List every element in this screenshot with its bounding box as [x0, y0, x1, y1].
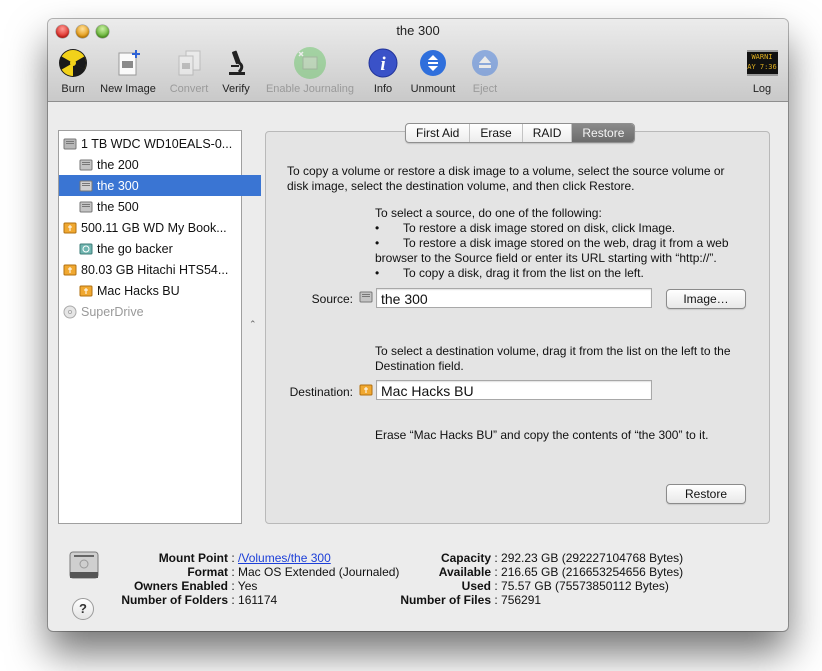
- restore-summary-text: Erase “Mac Hacks BU” and copy the conten…: [375, 428, 709, 442]
- source-help-bullet: To restore a disk image stored on the we…: [403, 236, 729, 250]
- volume-icon: [79, 180, 93, 191]
- image-button[interactable]: Image…: [666, 289, 746, 309]
- new-image-button[interactable]: New Image: [98, 47, 158, 95]
- log-icon: WARNI AY 7:36: [745, 47, 779, 79]
- verify-button[interactable]: Verify: [219, 47, 253, 95]
- destination-volume-icon: [359, 384, 373, 396]
- burn-button[interactable]: Burn: [56, 47, 90, 95]
- tab-restore[interactable]: Restore: [572, 124, 635, 142]
- convert-icon: [178, 50, 201, 76]
- journaling-icon: [294, 47, 326, 79]
- source-field[interactable]: the 300: [376, 288, 652, 308]
- volume-icon: [79, 159, 93, 170]
- volume-info-right: Capacity : 292.23 GB (292227104768 Bytes…: [400, 551, 684, 607]
- info-icon: i: [368, 48, 398, 78]
- enable-journaling-button[interactable]: Enable Journaling: [262, 47, 358, 95]
- optical-drive-icon: [63, 305, 77, 318]
- unmount-button[interactable]: Unmount: [407, 47, 459, 95]
- sidebar-item-the-300[interactable]: the 300: [59, 175, 261, 196]
- svg-text:i: i: [380, 54, 386, 75]
- info-button[interactable]: i Info: [368, 47, 398, 95]
- external-volume-icon: [79, 285, 93, 296]
- microscope-icon: [229, 50, 245, 75]
- destination-help-text: To select a destination volume, drag it …: [375, 344, 731, 373]
- source-help-continued: browser to the Source field or enter its…: [375, 251, 717, 265]
- volume-info-left: Mount Point : /Volumes/the 300 Format : …: [121, 551, 400, 607]
- log-button[interactable]: WARNI AY 7:36 Log: [745, 47, 779, 95]
- source-volume-icon: [359, 291, 373, 303]
- destination-label: Destination:: [289, 385, 353, 399]
- tab-erase[interactable]: Erase: [470, 124, 523, 142]
- internal-disk-icon: [63, 138, 77, 149]
- sidebar-item-wdc-disk[interactable]: 1 TB WDC WD10EALS-0...: [59, 133, 245, 154]
- external-disk-icon: [63, 222, 77, 233]
- disk-info-icon: [69, 551, 99, 579]
- help-button[interactable]: ?: [72, 598, 94, 620]
- sidebar-item-the-go-backer[interactable]: the go backer: [59, 238, 261, 259]
- time-machine-volume-icon: [79, 243, 93, 254]
- eject-icon: [472, 50, 498, 76]
- disk-list[interactable]: 1 TB WDC WD10EALS-0... the 200 the 300 t…: [58, 130, 261, 524]
- source-label: Source:: [311, 292, 353, 306]
- source-help: To select a source, do one of the follow…: [375, 206, 755, 281]
- source-help-bullet: To copy a disk, drag it from the list on…: [403, 266, 644, 280]
- tab-raid[interactable]: RAID: [523, 124, 573, 142]
- sidebar-item-wd-my-book[interactable]: 500.11 GB WD My Book...: [59, 217, 245, 238]
- toolbar: the 300 Burn New Image Convert Verify En…: [48, 19, 788, 102]
- sidebar-item-superdrive[interactable]: SuperDrive: [59, 301, 245, 322]
- unmount-icon: [420, 50, 446, 76]
- sidebar-item-hitachi-disk[interactable]: 80.03 GB Hitachi HTS54...: [59, 259, 245, 280]
- source-help-title: To select a source, do one of the follow…: [375, 206, 602, 220]
- source-help-bullet: To restore a disk image stored on disk, …: [403, 221, 676, 235]
- tab-first-aid[interactable]: First Aid: [406, 124, 471, 142]
- volume-icon: [79, 201, 93, 212]
- convert-button[interactable]: Convert: [166, 47, 212, 95]
- disk-utility-window: the 300 Burn New Image Convert Verify En…: [48, 19, 788, 631]
- sidebar-item-the-200[interactable]: the 200: [59, 154, 261, 175]
- burn-icon: [59, 49, 87, 77]
- destination-field[interactable]: Mac Hacks BU: [376, 380, 652, 400]
- restore-intro-text: To copy a volume or restore a disk image…: [287, 164, 725, 193]
- window-title: the 300: [396, 23, 440, 38]
- eject-button[interactable]: Eject: [468, 47, 502, 95]
- external-disk-icon: [63, 264, 77, 275]
- mount-point-link[interactable]: /Volumes/the 300: [238, 551, 331, 565]
- sidebar-item-the-500[interactable]: the 500: [59, 196, 261, 217]
- restore-button[interactable]: Restore: [666, 484, 746, 504]
- tab-bar: First Aid Erase RAID Restore: [405, 123, 636, 143]
- sidebar-item-mac-hacks-bu[interactable]: Mac Hacks BU: [59, 280, 261, 301]
- new-image-icon: [118, 50, 140, 76]
- split-view-handle[interactable]: ⌃: [249, 319, 257, 330]
